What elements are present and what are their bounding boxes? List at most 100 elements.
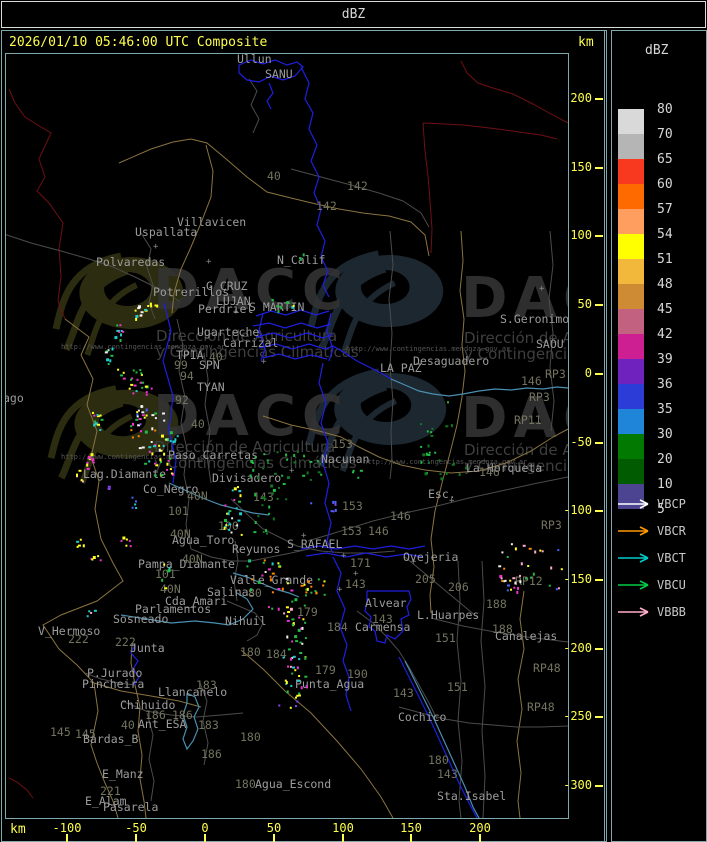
radar-echo-cell bbox=[427, 454, 431, 456]
radar-echo-cell bbox=[520, 562, 523, 566]
radar-echo-cell bbox=[169, 457, 172, 460]
radar-echo-cell bbox=[148, 450, 151, 453]
dacc-watermark-url: http://www.contingencias.mendoza.gov.ar bbox=[346, 345, 510, 353]
radar-echo-cell bbox=[420, 460, 423, 464]
map-place-label: Ant_ESA bbox=[138, 717, 187, 731]
radar-echo-cell bbox=[172, 440, 175, 444]
map-cross-marker: + bbox=[261, 357, 267, 367]
radar-echo-cell bbox=[132, 392, 135, 395]
radar-echo-cell bbox=[430, 434, 434, 437]
radar-echo-cell bbox=[128, 539, 131, 542]
radar-echo-cell bbox=[120, 333, 122, 337]
radar-echo-cluster bbox=[117, 368, 143, 381]
radar-echo-cell bbox=[169, 468, 172, 471]
right-axis-tick bbox=[595, 235, 603, 237]
radar-echo-cell bbox=[139, 381, 142, 384]
radar-echo-cell bbox=[332, 510, 335, 513]
radar-echo-cell bbox=[136, 415, 139, 418]
radar-echo-cell bbox=[284, 679, 287, 682]
right-axis-tick-label: 50 bbox=[577, 297, 592, 311]
panel-divider bbox=[604, 30, 605, 842]
radar-echo-cell bbox=[420, 423, 422, 426]
radar-echo-cell bbox=[249, 474, 252, 478]
radar-echo-cell bbox=[144, 462, 148, 465]
colorbar-band-30 bbox=[618, 434, 644, 459]
radar-echo-cell bbox=[513, 586, 516, 589]
radar-echo-cell bbox=[428, 451, 431, 454]
radar-echo-cell bbox=[161, 578, 164, 582]
colorbar-band-80 bbox=[618, 109, 644, 134]
colorbar-panel: dBZ 80 70 65 60 57 54 51 48 45 42 39 36 35 30 20 10 5 VB… bbox=[611, 30, 707, 842]
radar-echo-cell bbox=[424, 472, 428, 476]
map-boundary-line bbox=[480, 560, 486, 819]
map-place-label: G CRUZ bbox=[206, 279, 248, 293]
radar-echo-cell bbox=[154, 417, 157, 420]
radar-echo-cell bbox=[299, 641, 302, 644]
radar-echo-cell bbox=[428, 461, 431, 464]
map-route-label: 183 bbox=[196, 678, 217, 692]
map-route-label: 151 bbox=[447, 680, 468, 694]
radar-echo-cell bbox=[237, 519, 241, 522]
radar-echo-cell bbox=[144, 308, 148, 311]
radar-echo-cell bbox=[116, 324, 119, 327]
radar-echo-cell bbox=[290, 657, 293, 661]
radar-echo-cell bbox=[91, 458, 95, 462]
radar-echo-cell bbox=[122, 536, 126, 540]
radar-echo-cluster bbox=[90, 555, 102, 562]
colorbar-label: 30 bbox=[657, 427, 673, 442]
radar-echo-cell bbox=[254, 456, 257, 459]
radar-echo-cell bbox=[510, 543, 513, 546]
map-route-label: 40 bbox=[121, 718, 135, 732]
radar-echo-cell bbox=[130, 383, 134, 386]
radar-echo-cell bbox=[162, 445, 165, 447]
radar-echo-cell bbox=[298, 675, 301, 677]
radar-echo-cell bbox=[99, 429, 102, 431]
radar-echo-cell bbox=[519, 580, 522, 584]
right-axis-tick bbox=[595, 648, 603, 650]
legend-arrow-icon bbox=[618, 526, 649, 536]
radar-echo-cell bbox=[270, 484, 274, 488]
radar-echo-cell bbox=[555, 588, 558, 591]
radar-echo-cell bbox=[164, 587, 168, 590]
map-route-label: 183 bbox=[198, 718, 219, 732]
radar-echo-cell bbox=[119, 339, 122, 342]
map-place-label: Sta.Isabel bbox=[437, 789, 506, 803]
right-axis-tick bbox=[595, 167, 603, 169]
bottom-axis-tick-label: 150 bbox=[400, 821, 422, 835]
radar-echo-cell bbox=[253, 531, 257, 534]
radar-echo-cell bbox=[154, 304, 157, 307]
map-route-label: 180 bbox=[235, 777, 256, 791]
radar-echo-cell bbox=[266, 459, 269, 462]
radar-echo-cell bbox=[317, 578, 320, 581]
map-place-label: La Horqueta bbox=[466, 461, 542, 475]
radar-echo-cell bbox=[286, 690, 289, 694]
radar-echo-cell bbox=[267, 568, 271, 571]
radar-echo-cell bbox=[110, 354, 114, 357]
map-route-label: RP3 bbox=[541, 518, 562, 532]
radar-echo-cell bbox=[131, 506, 134, 509]
radar-echo-cell bbox=[267, 606, 270, 609]
radar-echo-cell bbox=[310, 502, 313, 505]
radar-echo-cell bbox=[228, 523, 232, 526]
radar-echo-cell bbox=[107, 363, 110, 365]
radar-echo-cell bbox=[306, 587, 309, 591]
radar-echo-cell bbox=[78, 469, 82, 472]
radar-echo-cell bbox=[300, 686, 303, 690]
radar-echo-cell bbox=[119, 324, 122, 327]
map-route-label: 184 bbox=[266, 647, 287, 661]
radar-echo-cell bbox=[290, 684, 293, 687]
map-route-label: 40 bbox=[209, 350, 223, 364]
legend-label: VBCR bbox=[657, 524, 686, 538]
map-place-label: E_Manz bbox=[102, 767, 144, 781]
colorbar-label: 45 bbox=[657, 302, 673, 317]
radar-echo-cell bbox=[79, 538, 82, 541]
radar-echo-cell bbox=[138, 305, 141, 309]
map-place-label: Nacunan bbox=[321, 452, 369, 466]
radar-echo-cell bbox=[86, 615, 89, 618]
radar-echo-cell bbox=[139, 369, 142, 372]
radar-echo-cell bbox=[286, 615, 289, 618]
radar-echo-cell bbox=[268, 505, 271, 509]
map-route-label: 143 bbox=[345, 577, 366, 591]
radar-echo-cell bbox=[286, 582, 289, 585]
right-axis-tick-label: -150 bbox=[563, 572, 592, 586]
